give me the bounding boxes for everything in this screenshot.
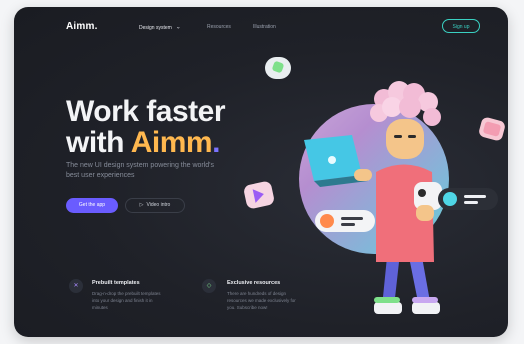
hero-subtitle: The new UI design system powering the wo…	[66, 162, 215, 179]
nav-item-illustration[interactable]: Illustration	[253, 24, 276, 30]
card-line	[341, 223, 355, 226]
video-intro-label: Video intro	[146, 202, 171, 208]
top-nav: Aimm. Design system ⌄ Resources Illustrat…	[14, 7, 508, 47]
landing-page: Aimm. Design system ⌄ Resources Illustrat…	[14, 7, 508, 337]
teal-dot-icon	[443, 192, 457, 206]
card-line	[464, 195, 486, 198]
nav-item-label: Design system	[139, 25, 172, 31]
floating-card-dark	[438, 188, 498, 210]
feature-desc-templates: Drag-n-drop the prebuilt templates into …	[92, 291, 161, 310]
hero-title-line1: Work faster	[66, 95, 226, 128]
hero-title-dot: .	[212, 126, 220, 159]
hero-title-prefix: with	[66, 126, 131, 159]
video-intro-button[interactable]: ▷ Video intro	[125, 198, 185, 213]
floating-card-light	[315, 210, 375, 232]
logo[interactable]: Aimm.	[66, 21, 98, 32]
feature-title-templates: Prebuilt templates	[92, 280, 140, 286]
orange-dot-icon	[320, 214, 334, 228]
hero-title-line2: with Aimm.	[66, 128, 220, 158]
card-line	[341, 217, 363, 220]
diamond-icon: ◇	[202, 279, 216, 293]
floating-cube-icon	[265, 57, 291, 79]
nav-item-design-system[interactable]: Design system ⌄	[139, 24, 181, 32]
signup-button[interactable]: Sign up	[442, 19, 480, 33]
play-icon: ▷	[139, 202, 144, 208]
chevron-down-icon: ⌄	[175, 24, 181, 31]
nav-item-resources[interactable]: Resources	[207, 24, 231, 30]
card-line	[464, 201, 478, 204]
hero-title-accent: Aimm	[130, 126, 213, 159]
get-the-app-button[interactable]: Get the app	[66, 198, 118, 213]
templates-icon: ✕	[69, 279, 83, 293]
